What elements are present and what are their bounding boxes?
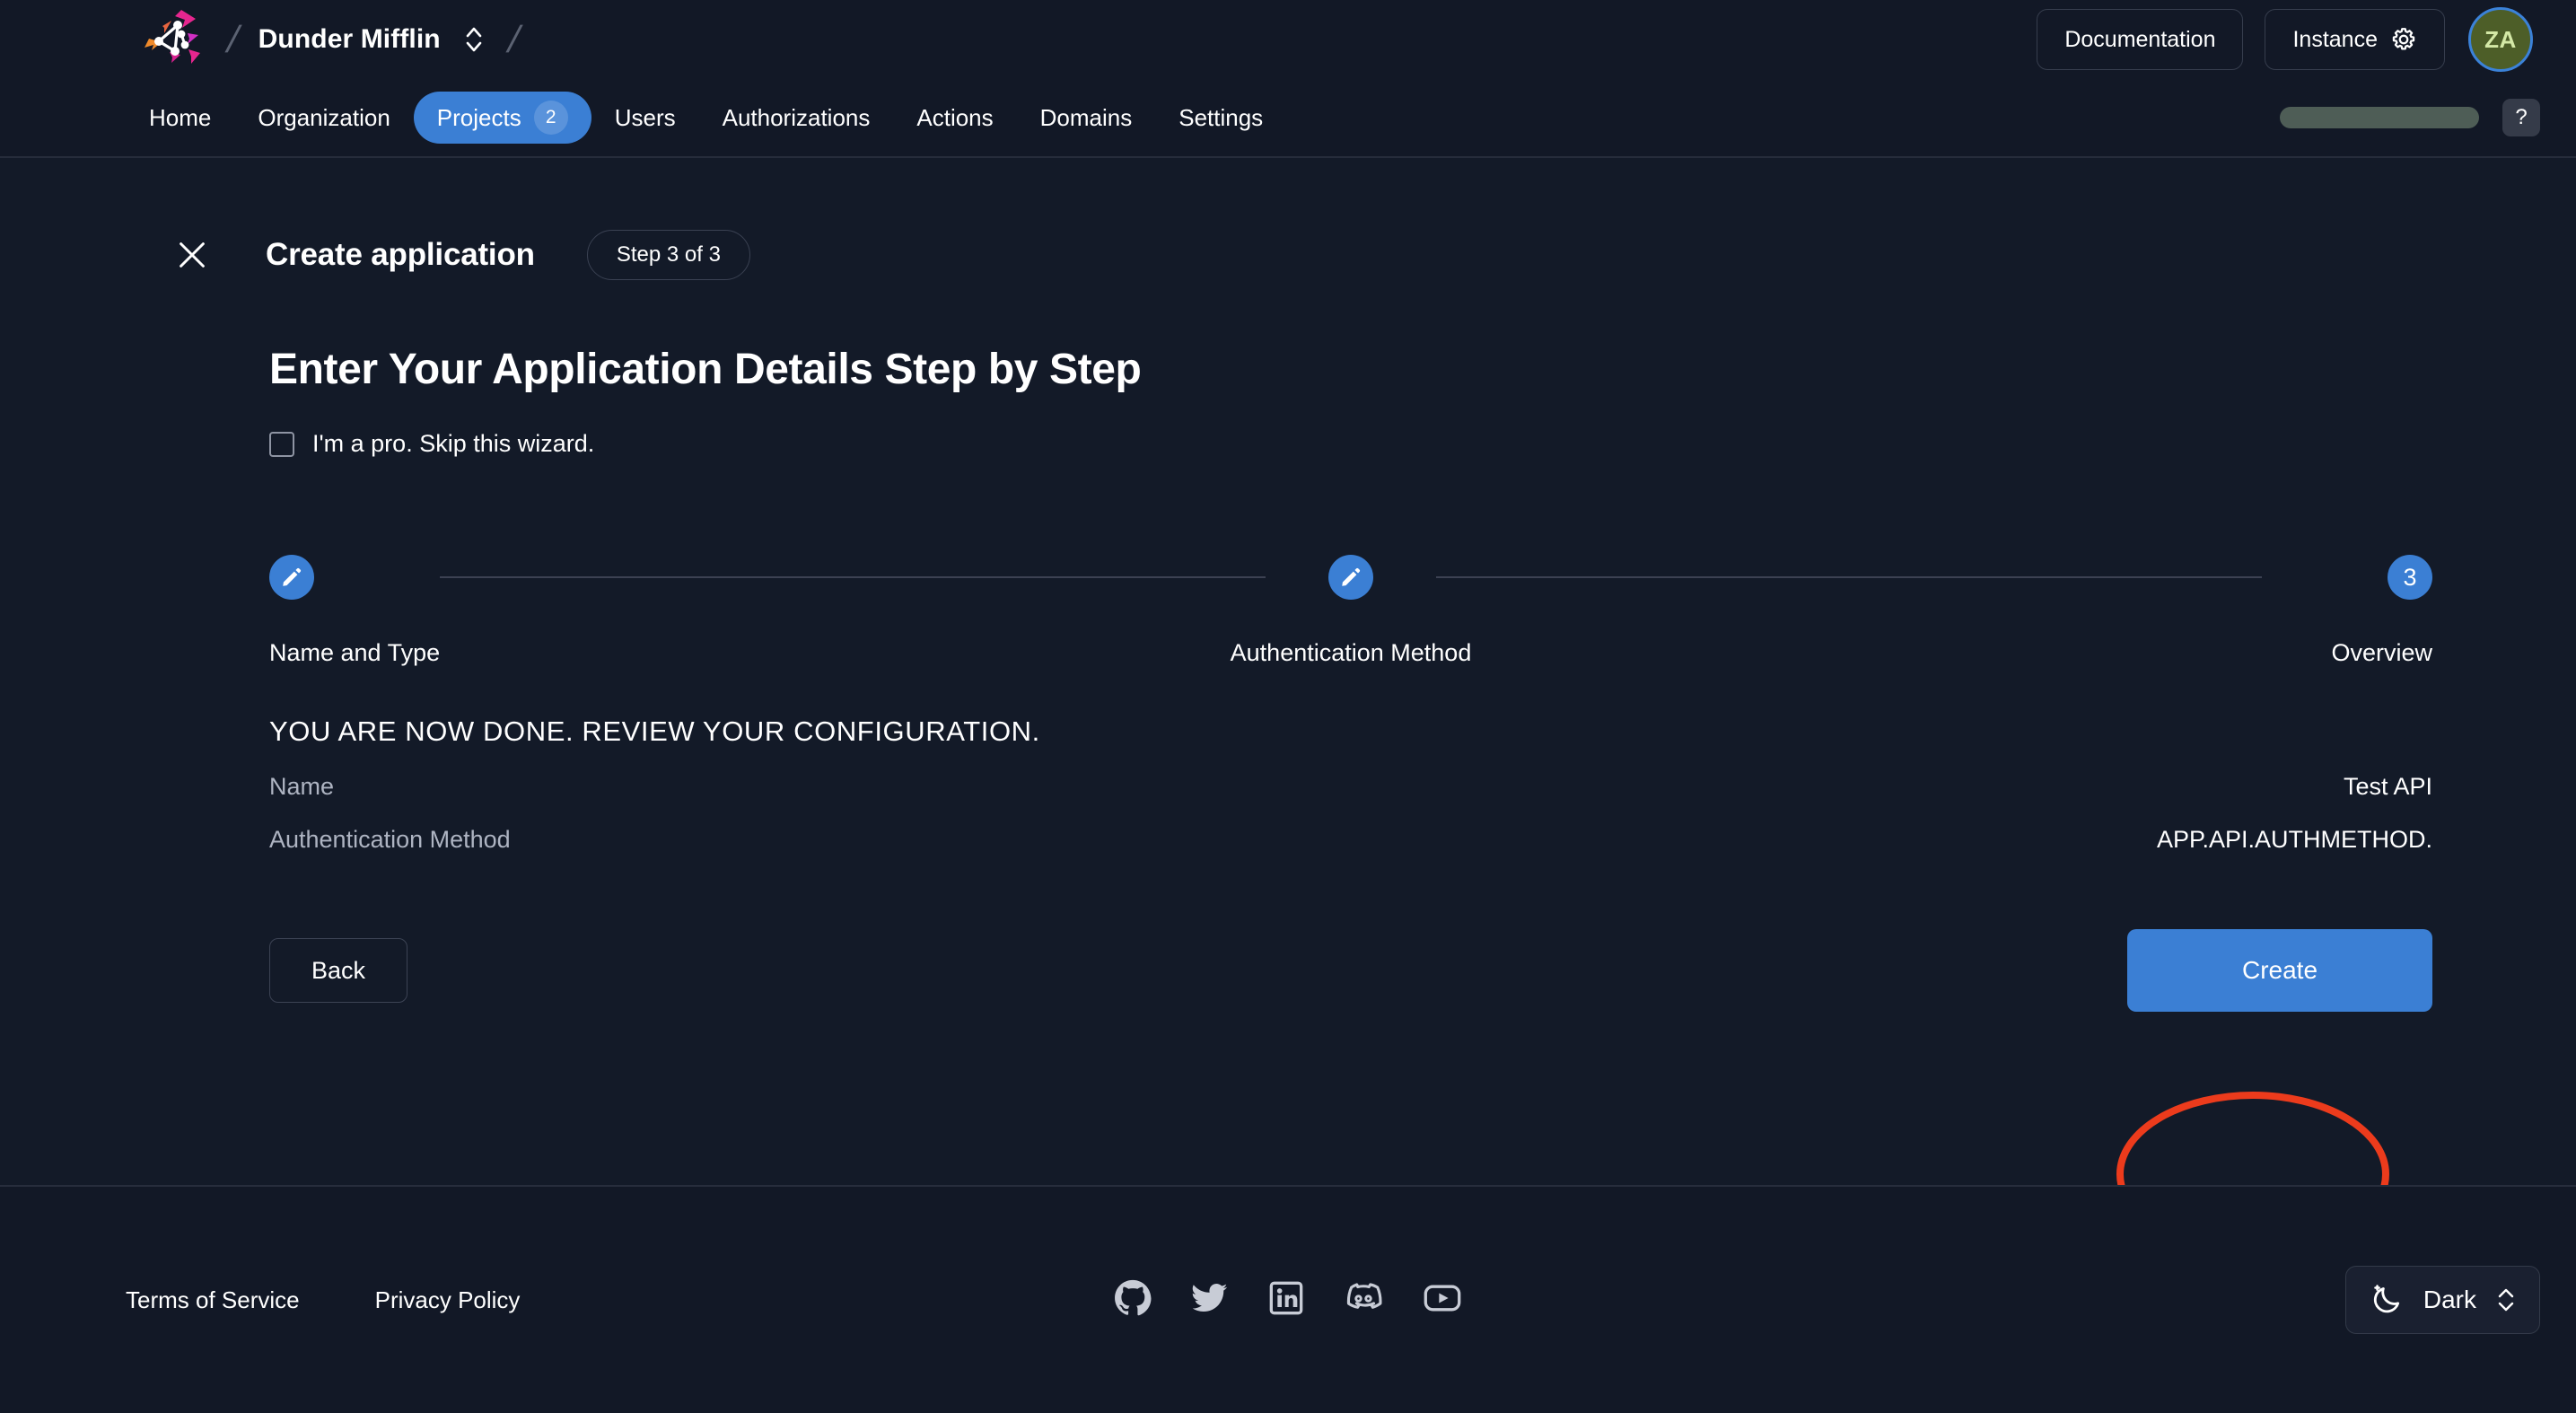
nav-label: Domains xyxy=(1039,103,1133,131)
nav-badge-projects-count: 2 xyxy=(533,101,568,135)
top-bar: / Dunder Mifflin / Documentation Instanc… xyxy=(0,0,2576,79)
org-name: Dunder Mifflin xyxy=(258,24,441,54)
review-row-name: Name Test API xyxy=(269,773,2432,801)
linkedin-icon[interactable] xyxy=(1268,1280,1304,1321)
nav-label: Projects xyxy=(436,103,521,131)
terms-of-service-link[interactable]: Terms of Service xyxy=(126,1286,300,1314)
nav-item-settings[interactable]: Settings xyxy=(1155,92,1286,144)
annotation-highlight-ellipse xyxy=(2116,1092,2389,1185)
nav-progress-pill[interactable] xyxy=(2280,107,2479,128)
stepper-step-name-and-type[interactable]: Name and Type xyxy=(269,555,440,667)
main-nav: Home Organization Projects 2 Users Autho… xyxy=(0,79,2576,158)
nav-item-domains[interactable]: Domains xyxy=(1017,92,1156,144)
wizard-stepper: Name and Type Authentication Method 3 Ov… xyxy=(269,555,2432,667)
twitter-icon[interactable] xyxy=(1191,1279,1229,1321)
pencil-icon xyxy=(1342,567,1361,586)
nav-label: Settings xyxy=(1178,103,1264,131)
app-page: / Dunder Mifflin / Documentation Instanc… xyxy=(0,0,2576,1413)
step-marker-current: 3 xyxy=(2388,555,2432,600)
github-icon[interactable] xyxy=(1114,1279,1152,1321)
step-label: Overview xyxy=(2331,639,2432,666)
skip-wizard-checkbox-row[interactable]: I'm a pro. Skip this wizard. xyxy=(269,430,594,458)
avatar[interactable]: ZA xyxy=(2468,7,2533,72)
social-links xyxy=(1114,1278,1462,1322)
review-row-authentication-method: Authentication Method APP.API.AUTHMETHOD… xyxy=(269,826,2432,854)
dialog-header: Create application Step 3 of 3 xyxy=(126,158,2540,280)
nav-item-home[interactable]: Home xyxy=(126,92,234,144)
theme-selector[interactable]: Dark xyxy=(2344,1266,2540,1334)
skip-wizard-checkbox[interactable] xyxy=(269,431,294,457)
theme-label: Dark xyxy=(2423,1286,2476,1313)
nav-item-projects[interactable]: Projects 2 xyxy=(413,92,591,144)
documentation-label: Documentation xyxy=(2064,26,2216,52)
discord-icon[interactable] xyxy=(1344,1278,1383,1322)
close-icon[interactable] xyxy=(171,233,214,276)
avatar-initials: ZA xyxy=(2484,25,2517,53)
stepper-connector-2 xyxy=(1436,576,2262,578)
nav-label: Users xyxy=(614,103,676,131)
dialog-title: Create application xyxy=(266,237,535,272)
pencil-icon xyxy=(283,567,302,586)
step-label: Name and Type xyxy=(269,639,441,666)
step-marker-complete xyxy=(269,555,314,600)
nav-label: Organization xyxy=(258,103,390,131)
page-title: Enter Your Application Details Step by S… xyxy=(269,346,1142,393)
nav-label: Home xyxy=(149,103,212,131)
gear-icon xyxy=(2390,26,2417,53)
nav-item-organization[interactable]: Organization xyxy=(234,92,413,144)
dialog-actions: Back Create xyxy=(269,929,2432,1012)
zitadel-logo-icon[interactable] xyxy=(126,4,208,75)
nav-label: Actions xyxy=(916,103,994,131)
breadcrumb-separator-1: / xyxy=(223,18,244,60)
review-heading: YOU ARE NOW DONE. REVIEW YOUR CONFIGURAT… xyxy=(269,715,1040,747)
create-button[interactable]: Create xyxy=(2127,929,2432,1012)
stepper-step-overview[interactable]: 3 Overview xyxy=(2262,555,2432,667)
footer: Terms of Service Privacy Policy Dark xyxy=(0,1185,2576,1413)
stepper-connector-1 xyxy=(440,576,1266,578)
stepper-step-authentication-method[interactable]: Authentication Method xyxy=(1231,555,1471,667)
instance-label: Instance xyxy=(2292,26,2378,52)
instance-button[interactable]: Instance xyxy=(2265,9,2445,70)
nav-item-actions[interactable]: Actions xyxy=(893,92,1016,144)
back-button[interactable]: Back xyxy=(269,938,408,1003)
help-button[interactable]: ? xyxy=(2502,99,2540,136)
dialog-content: Enter Your Application Details Step by S… xyxy=(126,345,2540,1012)
skip-wizard-label: I'm a pro. Skip this wizard. xyxy=(312,430,595,457)
review-key: Authentication Method xyxy=(269,826,511,853)
privacy-policy-link[interactable]: Privacy Policy xyxy=(375,1286,521,1314)
step-marker-complete xyxy=(1328,555,1373,600)
youtube-icon[interactable] xyxy=(1423,1278,1462,1322)
create-application-dialog: Create application Step 3 of 3 Enter You… xyxy=(0,158,2576,1185)
moon-icon xyxy=(2370,1283,2404,1317)
nav-label: Authorizations xyxy=(722,103,871,131)
documentation-button[interactable]: Documentation xyxy=(2037,9,2244,70)
review-key: Name xyxy=(269,773,335,800)
nav-item-users[interactable]: Users xyxy=(591,92,699,144)
review-value: APP.API.AUTHMETHOD. xyxy=(2156,826,2432,853)
theme-chevron-up-down-icon xyxy=(2496,1285,2516,1315)
nav-item-authorizations[interactable]: Authorizations xyxy=(699,92,894,144)
review-value: Test API xyxy=(2343,773,2432,800)
step-indicator-chip: Step 3 of 3 xyxy=(586,230,750,280)
breadcrumb-separator-2: / xyxy=(503,18,525,60)
step-label: Authentication Method xyxy=(1230,639,1472,666)
org-switcher-chevron-up-down-icon[interactable] xyxy=(462,22,486,57)
